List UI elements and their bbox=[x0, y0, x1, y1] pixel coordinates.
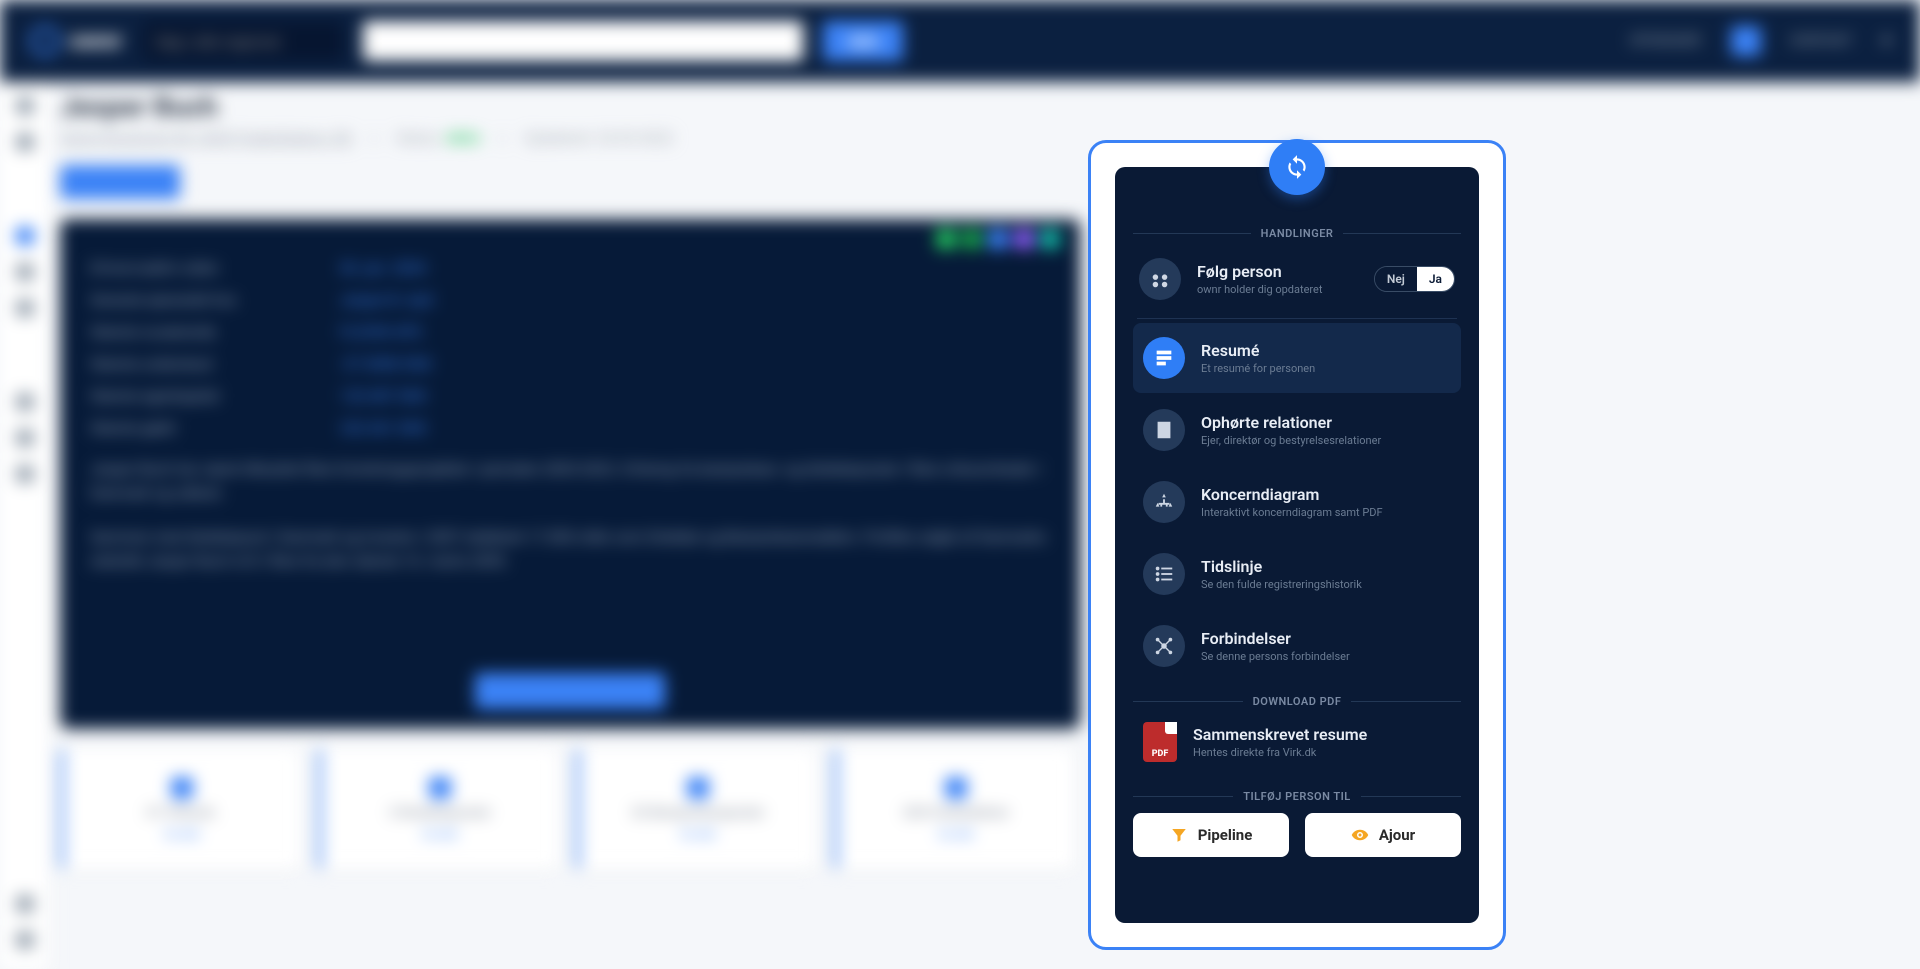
primary-action[interactable] bbox=[60, 165, 180, 199]
top-bar: ownr Søg i alle regioner SØG OPGRADER KO… bbox=[0, 0, 1920, 82]
separator bbox=[1137, 318, 1457, 319]
ajour-button[interactable]: Ajour bbox=[1305, 813, 1461, 857]
pdf-download-item[interactable]: PDF Sammenskrevet resume Hentes direkte … bbox=[1133, 708, 1461, 776]
action-sub: Et resumé for personen bbox=[1201, 362, 1315, 375]
action-sub: Interaktivt koncerndiagram samt PDF bbox=[1201, 506, 1383, 519]
action-list: Resumé Et resumé for personen Ophørte re… bbox=[1133, 323, 1461, 681]
funnel-icon bbox=[1170, 826, 1188, 844]
action-title: Resumé bbox=[1201, 341, 1315, 360]
action-title: Forbindelser bbox=[1201, 629, 1350, 648]
left-sidebar bbox=[0, 82, 50, 969]
action-title: Ophørte relationer bbox=[1201, 413, 1381, 432]
sidebar-icon[interactable] bbox=[16, 931, 34, 949]
timeline-icon bbox=[1143, 553, 1185, 595]
pdf-sub: Hentes direkte fra Virk.dk bbox=[1193, 746, 1367, 759]
sidebar-icon[interactable] bbox=[16, 895, 34, 913]
follow-toggle[interactable]: Nej Ja bbox=[1374, 266, 1455, 292]
account-label: KONTAKT bbox=[1791, 33, 1853, 49]
sidebar-icon[interactable] bbox=[16, 97, 34, 115]
read-more-button[interactable] bbox=[475, 673, 665, 709]
connections-icon bbox=[1143, 625, 1185, 667]
follow-person-row: Følg person ownr holder dig opdateret Ne… bbox=[1133, 240, 1461, 318]
eye-icon bbox=[1351, 826, 1369, 844]
search-input[interactable] bbox=[363, 21, 803, 61]
action-sub: Ejer, direktør og bestyrelsesrelationer bbox=[1201, 434, 1381, 447]
pdf-icon: PDF bbox=[1143, 722, 1177, 762]
chevron-down-icon[interactable]: ▾ bbox=[1883, 33, 1890, 49]
sidebar-icon[interactable] bbox=[16, 393, 34, 411]
action-item-resume[interactable]: Resumé Et resumé for personen bbox=[1133, 323, 1461, 393]
upgrade-link[interactable]: OPGRADER bbox=[1629, 33, 1701, 49]
pipeline-button[interactable]: Pipeline bbox=[1133, 813, 1289, 857]
search-button[interactable]: SØG bbox=[823, 21, 903, 61]
action-title: Tidslinje bbox=[1201, 557, 1362, 576]
region-select[interactable]: Søg i alle regioner bbox=[143, 21, 343, 61]
panel-logo-badge bbox=[1269, 139, 1325, 195]
action-sub: Se den fulde registreringshistorik bbox=[1201, 578, 1362, 591]
follow-title: Følg person bbox=[1197, 262, 1358, 281]
refresh-icon bbox=[1284, 154, 1310, 180]
page-content: Jesper Buch Dalvej Boulevard 48, 2650 Fr… bbox=[60, 90, 1900, 869]
action-title: Koncerndiagram bbox=[1201, 485, 1383, 504]
resume-icon bbox=[1143, 337, 1185, 379]
sidebar-icon[interactable] bbox=[16, 133, 34, 151]
toggle-on[interactable]: Ja bbox=[1417, 267, 1454, 291]
binoculars-icon bbox=[1139, 258, 1181, 300]
logo-text: ownr bbox=[70, 29, 123, 54]
page-title: Jesper Buch bbox=[60, 90, 1900, 123]
group-diagram-icon bbox=[1143, 481, 1185, 523]
sidebar-icon[interactable] bbox=[16, 263, 34, 281]
logo-icon bbox=[30, 26, 60, 56]
sidebar-icon[interactable] bbox=[16, 227, 34, 245]
action-sub: Se denne persons forbindelser bbox=[1201, 650, 1350, 663]
sidebar-icon[interactable] bbox=[16, 429, 34, 447]
section-header-actions: HANDLINGER bbox=[1133, 227, 1461, 240]
action-item-group-diagram[interactable]: Koncerndiagram Interaktivt koncerndiagra… bbox=[1133, 467, 1461, 537]
info-card: Erhvervsaktiv siden06. jan. 2004Seneste … bbox=[60, 219, 1080, 729]
sidebar-icon[interactable] bbox=[16, 299, 34, 317]
pdf-title: Sammenskrevet resume bbox=[1193, 725, 1367, 744]
action-panel-container: HANDLINGER Følg person ownr holder dig o… bbox=[1088, 140, 1506, 950]
section-header-addto: TILFØJ PERSON TIL bbox=[1133, 790, 1461, 803]
toggle-off[interactable]: Nej bbox=[1375, 267, 1417, 291]
follow-sub: ownr holder dig opdateret bbox=[1197, 283, 1358, 296]
sidebar-icon[interactable] bbox=[16, 465, 34, 483]
page-subtitle: Dalvej Boulevard 48, 2650 Frederiksberg,… bbox=[60, 129, 1900, 147]
avatar[interactable] bbox=[1731, 26, 1761, 56]
action-item-connections[interactable]: Forbindelser Se denne persons forbindels… bbox=[1133, 611, 1461, 681]
section-header-download: DOWNLOAD PDF bbox=[1133, 695, 1461, 708]
action-item-timeline[interactable]: Tidslinje Se den fulde registreringshist… bbox=[1133, 539, 1461, 609]
action-item-inactive-relations[interactable]: Ophørte relationer Ejer, direktør og bes… bbox=[1133, 395, 1461, 465]
inactive-relations-icon bbox=[1143, 409, 1185, 451]
blurred-background: ownr Søg i alle regioner SØG OPGRADER KO… bbox=[0, 0, 1920, 969]
action-panel: HANDLINGER Følg person ownr holder dig o… bbox=[1115, 167, 1479, 923]
logo: ownr bbox=[30, 26, 123, 56]
address[interactable]: Dalvej Boulevard 48, 2650 Frederiksberg,… bbox=[60, 129, 352, 147]
